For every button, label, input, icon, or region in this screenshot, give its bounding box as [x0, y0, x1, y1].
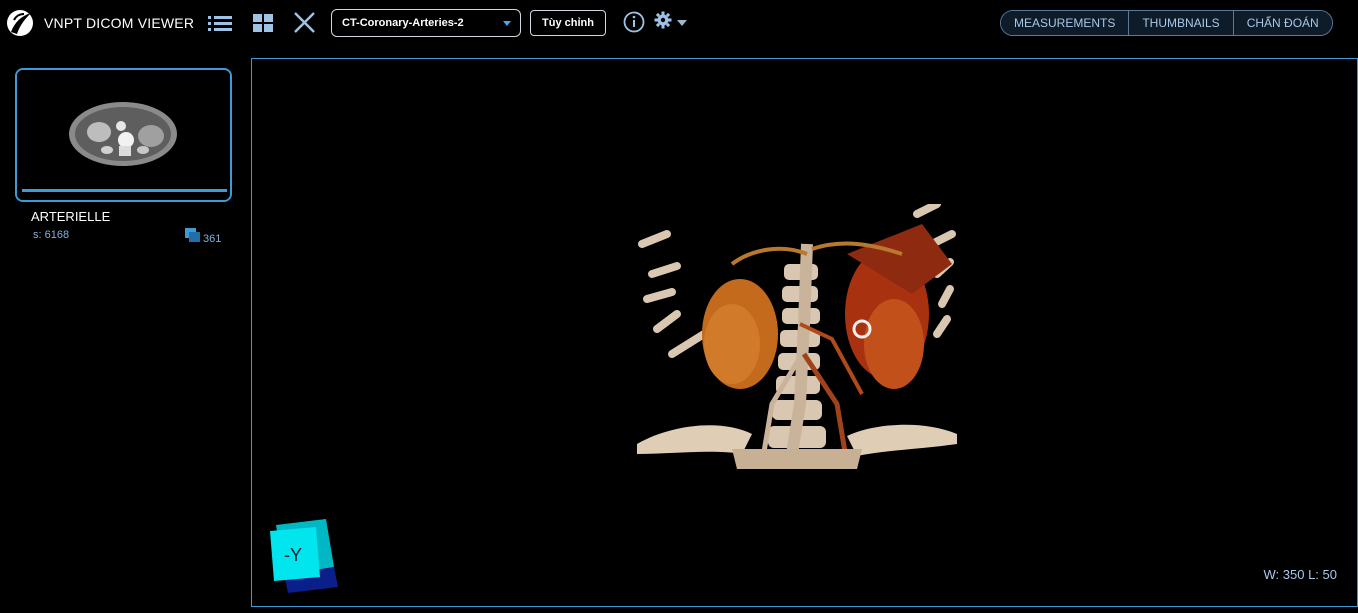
volume-render-viewport[interactable]: -Y W: 350 L: 50 — [251, 58, 1358, 607]
list-icon[interactable] — [207, 11, 233, 35]
series-thumbnail[interactable] — [15, 68, 232, 202]
series-number: s: 6168 — [33, 229, 70, 241]
app-title: VNPT DICOM VIEWER — [44, 15, 195, 31]
series-image-count: 361 — [203, 233, 222, 245]
custom-button[interactable]: Tùy chỉnh — [530, 10, 606, 36]
tab-thumbnails[interactable]: THUMBNAILS — [1129, 11, 1234, 35]
chevron-down-icon — [503, 21, 511, 26]
protocol-select-value: CT-Coronary-Arteries-2 — [342, 17, 464, 29]
tab-measurements[interactable]: MEASUREMENTS — [1001, 11, 1130, 35]
tab-diagnosis[interactable]: CHẨN ĐOÁN — [1233, 11, 1332, 35]
panel-tabs: MEASUREMENTS THUMBNAILS CHẨN ĐOÁN — [1000, 10, 1333, 36]
ct-slice-thumbnail-image — [17, 70, 230, 200]
stack-icon — [185, 228, 200, 242]
thumbnail-progress-bar — [22, 189, 227, 192]
toolbar: VNPT DICOM VIEWER CT-Coronary-Arteries-2… — [0, 0, 1358, 46]
close-icon[interactable] — [292, 11, 318, 35]
volume-rendering-image — [637, 204, 957, 469]
gear-icon[interactable] — [654, 11, 672, 29]
window-level-readout: W: 350 L: 50 — [1263, 567, 1337, 582]
series-name: ARTERIELLE — [31, 209, 111, 224]
info-icon[interactable] — [623, 11, 645, 33]
protocol-select[interactable]: CT-Coronary-Arteries-2 — [331, 9, 521, 37]
vnpt-logo-icon — [7, 10, 33, 36]
orientation-label: -Y — [284, 545, 302, 565]
settings-caret-icon[interactable] — [677, 20, 687, 26]
grid-layout-icon[interactable] — [251, 11, 277, 35]
orientation-cube-icon[interactable]: -Y — [268, 517, 340, 595]
